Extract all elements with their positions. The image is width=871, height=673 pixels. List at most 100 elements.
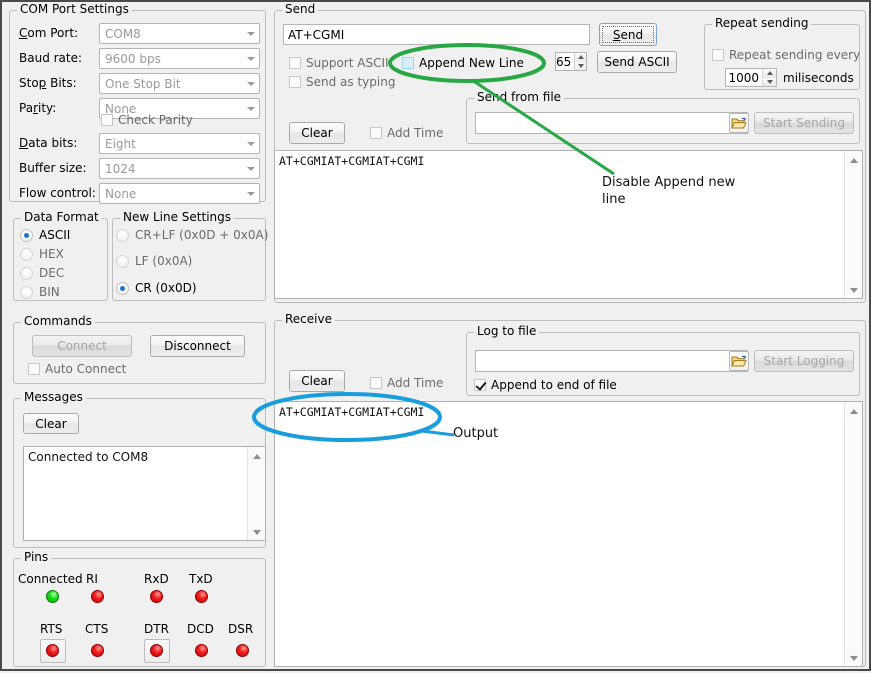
log-file-path-input[interactable]: [475, 350, 748, 372]
scroll-down-icon[interactable]: [845, 281, 862, 298]
pins-title: Pins: [21, 551, 51, 563]
radio-crlf[interactable]: CR+LF (0x0D + 0x0A): [116, 228, 268, 242]
send-file-browse-button[interactable]: [729, 113, 749, 133]
send-log-area[interactable]: AT+CGMIAT+CGMIAT+CGMI: [274, 150, 863, 299]
send-button[interactable]: Send: [599, 23, 657, 46]
start-logging-button[interactable]: Start Logging: [754, 350, 854, 372]
spinner-up-icon[interactable]: [575, 53, 586, 62]
send-ascii-button[interactable]: Send ASCII: [597, 51, 677, 73]
chevron-down-icon: [247, 167, 255, 171]
receive-add-time-checkbox[interactable]: Add Time: [370, 376, 443, 390]
pin-led-rts: [46, 644, 59, 657]
data-bits-value: Eight: [105, 137, 136, 151]
send-file-path-input[interactable]: [475, 112, 748, 134]
send-log-text: AT+CGMIAT+CGMIAT+CGMI: [279, 154, 842, 168]
start-logging-label: Start Logging: [764, 354, 845, 368]
radio-dec[interactable]: DEC: [20, 266, 64, 280]
receive-clear-label: Clear: [301, 374, 332, 388]
start-sending-button[interactable]: Start Sending: [754, 112, 854, 134]
send-log-scrollbar[interactable]: [844, 151, 862, 298]
flow-control-combo[interactable]: None: [99, 183, 260, 204]
com-port-combo[interactable]: COM8: [99, 23, 260, 44]
send-clear-label: Clear: [301, 126, 332, 140]
spinner-buttons[interactable]: [762, 69, 776, 86]
buffer-size-value: 1024: [105, 162, 136, 176]
data-bits-label: Data bits:: [19, 136, 77, 150]
send-from-file-title: Send from file: [474, 91, 564, 103]
radio-circle: [20, 286, 33, 299]
pin-label-dsr: DSR: [228, 622, 253, 636]
radio-ascii[interactable]: ASCII: [20, 228, 70, 242]
receive-scrollbar[interactable]: [844, 402, 862, 666]
radio-circle: [116, 282, 129, 295]
radio-circle: [20, 229, 33, 242]
app-window: COM Port Settings Com Port: COM8 Baud ra…: [0, 0, 871, 671]
spinner-down-icon[interactable]: [575, 62, 586, 71]
spinner-up-icon[interactable]: [763, 69, 776, 78]
messages-log-text: Connected to COM8: [28, 450, 245, 464]
scroll-up-icon[interactable]: [845, 402, 862, 419]
scroll-down-icon[interactable]: [248, 523, 265, 540]
radio-cr-label: CR (0x0D): [135, 281, 197, 295]
radio-hex[interactable]: HEX: [20, 247, 64, 261]
support-ascii-checkbox[interactable]: Support ASCII: [289, 56, 389, 70]
commands-title: Commands: [21, 315, 95, 327]
scroll-down-icon[interactable]: [845, 649, 862, 666]
stop-bits-label: Stop Bits:: [19, 76, 77, 90]
new-line-settings-title: New Line Settings: [120, 211, 234, 223]
disconnect-button[interactable]: Disconnect: [150, 335, 245, 357]
repeat-interval-spinner[interactable]: 1000: [725, 68, 777, 87]
append-new-line-checkbox[interactable]: Append New Line: [402, 56, 524, 70]
send-command-value: AT+CGMI: [288, 28, 344, 42]
checkbox-box: [28, 363, 40, 375]
ascii-code-spinner[interactable]: 65: [555, 52, 587, 71]
pin-led-dcd: [195, 644, 208, 657]
send-clear-button[interactable]: Clear: [289, 122, 345, 144]
radio-circle: [116, 229, 129, 242]
repeat-sending-checkbox[interactable]: Repeat sending every: [712, 48, 860, 62]
messages-clear-label: Clear: [35, 417, 66, 431]
chevron-down-icon: [247, 142, 255, 146]
connect-button[interactable]: Connect: [32, 335, 132, 357]
pin-led-rxd: [150, 590, 163, 603]
receive-output-area[interactable]: AT+CGMIAT+CGMIAT+CGMI: [274, 401, 863, 667]
receive-clear-button[interactable]: Clear: [289, 370, 345, 392]
spinner-down-icon[interactable]: [763, 78, 776, 87]
append-end-of-file-checkbox[interactable]: Append to end of file: [474, 378, 617, 392]
pin-label-txd: TxD: [189, 572, 213, 586]
radio-bin[interactable]: BIN: [20, 285, 60, 299]
send-ascii-label: Send ASCII: [604, 55, 669, 69]
radio-lf[interactable]: LF (0x0A): [116, 254, 192, 268]
messages-title: Messages: [21, 391, 86, 403]
messages-clear-button[interactable]: Clear: [23, 413, 79, 434]
messages-log-area[interactable]: Connected to COM8: [23, 446, 266, 541]
auto-connect-label: Auto Connect: [45, 362, 126, 376]
spinner-buttons[interactable]: [574, 53, 586, 70]
send-title: Send: [282, 3, 318, 15]
send-as-typing-checkbox[interactable]: Send as typing: [289, 75, 395, 89]
receive-title: Receive: [282, 313, 335, 325]
auto-connect-checkbox[interactable]: Auto Connect: [28, 362, 126, 376]
start-sending-label: Start Sending: [763, 116, 845, 130]
messages-scrollbar[interactable]: [247, 447, 265, 540]
repeat-unit-label: miliseconds: [783, 71, 854, 85]
checkbox-box: [370, 127, 382, 139]
chevron-down-icon: [247, 192, 255, 196]
radio-cr[interactable]: CR (0x0D): [116, 281, 197, 295]
send-add-time-checkbox[interactable]: Add Time: [370, 126, 443, 140]
repeat-sending-label: Repeat sending every: [729, 48, 860, 62]
scroll-up-icon[interactable]: [845, 151, 862, 168]
log-file-browse-button[interactable]: [729, 351, 749, 371]
checkbox-box: [289, 57, 301, 69]
receive-output-text: AT+CGMIAT+CGMIAT+CGMI: [279, 405, 842, 419]
scroll-up-icon[interactable]: [248, 447, 265, 464]
radio-bin-label: BIN: [39, 285, 60, 299]
buffer-size-combo[interactable]: 1024: [99, 158, 260, 179]
stop-bits-combo[interactable]: One Stop Bit: [99, 73, 260, 94]
baud-rate-combo[interactable]: 9600 bps: [99, 48, 260, 69]
data-bits-combo[interactable]: Eight: [99, 133, 260, 154]
pin-led-dsr: [236, 644, 249, 657]
check-parity-checkbox[interactable]: Check Parity: [101, 113, 193, 127]
send-command-input[interactable]: AT+CGMI: [283, 24, 590, 45]
radio-hex-label: HEX: [39, 247, 64, 261]
